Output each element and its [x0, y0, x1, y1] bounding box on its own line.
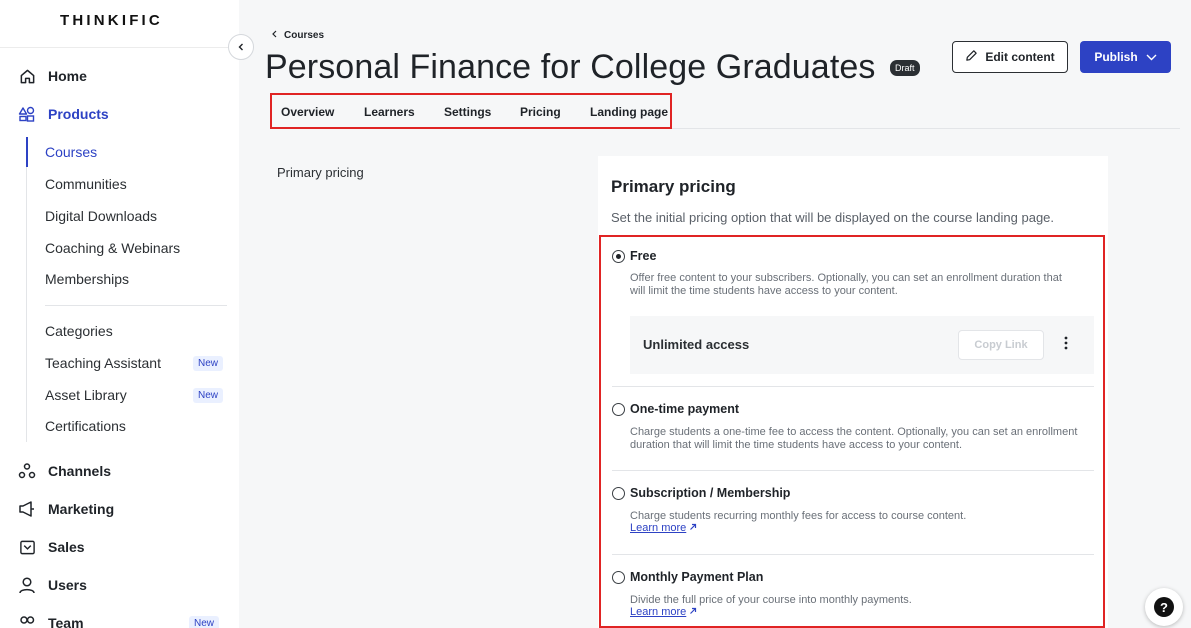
learn-more-link[interactable]: Learn more	[630, 606, 697, 618]
sub-label: Coaching & Webinars	[45, 240, 181, 256]
new-badge: New	[192, 355, 223, 371]
sub-label: Teaching Assistant	[45, 355, 161, 371]
products-icon	[18, 105, 36, 123]
publish-label: Publish	[1094, 50, 1138, 64]
tabs-divider	[672, 128, 1180, 129]
option-title-free[interactable]: Free	[630, 249, 656, 263]
home-icon	[18, 67, 36, 85]
tab-bar: Overview Learners Settings Pricing Landi…	[270, 93, 672, 129]
nav-item-team[interactable]: Team New	[0, 608, 239, 628]
sidebar-item-digital-downloads[interactable]: Digital Downloads	[45, 204, 235, 228]
app-logo[interactable]: THINKIFIC	[60, 12, 163, 29]
publish-button[interactable]: Publish	[1080, 41, 1171, 73]
sidebar-item-communities[interactable]: Communities	[45, 172, 235, 196]
sidebar-item-memberships[interactable]: Memberships	[45, 267, 235, 291]
nav-label: Sales	[48, 539, 85, 555]
more-options-button[interactable]	[1058, 336, 1074, 354]
tab-landing-page[interactable]: Landing page	[590, 105, 668, 119]
breadcrumb-link[interactable]: Courses	[284, 30, 324, 41]
radio-one-time-payment[interactable]	[612, 403, 625, 416]
sub-label: Courses	[45, 144, 98, 160]
submenu-track	[26, 137, 27, 442]
option-description-one-time-payment: Charge students a one-time fee to access…	[630, 426, 1078, 451]
sidebar-item-asset-library[interactable]: Asset Library New	[45, 383, 235, 407]
nav-item-channels[interactable]: Channels	[0, 456, 239, 486]
page-title: Personal Finance for College Graduates	[265, 48, 876, 86]
nav-label: Products	[48, 106, 109, 122]
new-badge: New	[188, 615, 219, 628]
new-badge: New	[192, 387, 223, 403]
channels-icon	[18, 462, 36, 480]
divider	[612, 554, 1094, 555]
sidebar-item-coaching-webinars[interactable]: Coaching & Webinars	[45, 236, 235, 260]
sidebar-item-categories[interactable]: Categories	[45, 319, 235, 343]
tab-settings[interactable]: Settings	[444, 105, 491, 119]
nav-item-users[interactable]: Users	[0, 570, 239, 600]
card-description: Set the initial pricing option that will…	[611, 210, 1055, 225]
nav-label: Home	[48, 68, 87, 84]
team-icon	[18, 614, 36, 628]
section-label: Primary pricing	[277, 165, 364, 180]
option-title-monthly-payment-plan[interactable]: Monthly Payment Plan	[630, 570, 763, 584]
kebab-icon	[1064, 336, 1068, 355]
learn-more-label: Learn more	[630, 606, 687, 618]
copy-link-button[interactable]: Copy Link	[958, 330, 1044, 360]
help-button[interactable]: ?	[1145, 588, 1183, 626]
nav-item-sales[interactable]: Sales	[0, 532, 239, 562]
option-description-free: Offer free content to your subscribers. …	[630, 272, 1062, 297]
chevron-down-icon	[1146, 50, 1157, 64]
divider	[0, 47, 239, 48]
sub-label: Asset Library	[45, 387, 127, 403]
tab-overview[interactable]: Overview	[281, 105, 334, 119]
external-link-icon	[689, 522, 697, 534]
chevron-left-icon	[271, 30, 278, 41]
sidebar-item-certifications[interactable]: Certifications	[45, 414, 235, 438]
sub-label: Memberships	[45, 271, 130, 287]
nav-item-products[interactable]: Products	[0, 99, 239, 129]
sub-label: Categories	[45, 323, 113, 339]
divider	[612, 470, 1094, 471]
nav-label: Channels	[48, 463, 112, 479]
option-description-subscription: Charge students recurring monthly fees f…	[630, 510, 967, 522]
chevron-left-icon	[237, 38, 245, 56]
tab-pricing[interactable]: Pricing	[520, 105, 561, 119]
edit-content-button[interactable]: Edit content	[952, 41, 1068, 73]
collapse-sidebar-button[interactable]	[228, 34, 254, 60]
sidebar: THINKIFIC Home Products Courses Communit…	[0, 0, 239, 628]
access-label: Unlimited access	[643, 337, 750, 352]
sub-label: Digital Downloads	[45, 208, 158, 224]
nav-label: Marketing	[48, 501, 115, 517]
sidebar-item-courses[interactable]: Courses	[45, 140, 235, 164]
external-link-icon	[689, 606, 697, 618]
learn-more-label: Learn more	[630, 522, 687, 534]
status-badge: Draft	[890, 60, 920, 76]
divider	[45, 305, 227, 306]
tab-learners[interactable]: Learners	[364, 105, 415, 119]
pencil-icon	[965, 49, 978, 65]
question-icon: ?	[1154, 597, 1174, 617]
nav-label: Team	[48, 615, 84, 628]
submenu-active-indicator	[26, 137, 28, 167]
user-icon	[18, 576, 36, 594]
learn-more-link[interactable]: Learn more	[630, 522, 697, 534]
option-title-one-time-payment[interactable]: One-time payment	[630, 402, 739, 416]
edit-content-label: Edit content	[985, 50, 1055, 64]
sales-icon	[18, 538, 36, 556]
sub-label: Communities	[45, 176, 127, 192]
radio-monthly-payment-plan[interactable]	[612, 571, 625, 584]
sub-label: Certifications	[45, 418, 126, 434]
option-description-monthly-payment-plan: Divide the full price of your course int…	[630, 594, 912, 606]
breadcrumb[interactable]: Courses	[271, 30, 324, 41]
radio-free[interactable]	[612, 250, 625, 263]
sidebar-item-teaching-assistant[interactable]: Teaching Assistant New	[45, 351, 235, 375]
nav-label: Users	[48, 577, 87, 593]
radio-subscription[interactable]	[612, 487, 625, 500]
card-title: Primary pricing	[611, 177, 736, 196]
option-title-subscription[interactable]: Subscription / Membership	[630, 486, 790, 500]
nav-item-marketing[interactable]: Marketing	[0, 494, 239, 524]
nav-item-home[interactable]: Home	[0, 61, 239, 91]
divider	[612, 386, 1094, 387]
megaphone-icon	[18, 500, 36, 518]
